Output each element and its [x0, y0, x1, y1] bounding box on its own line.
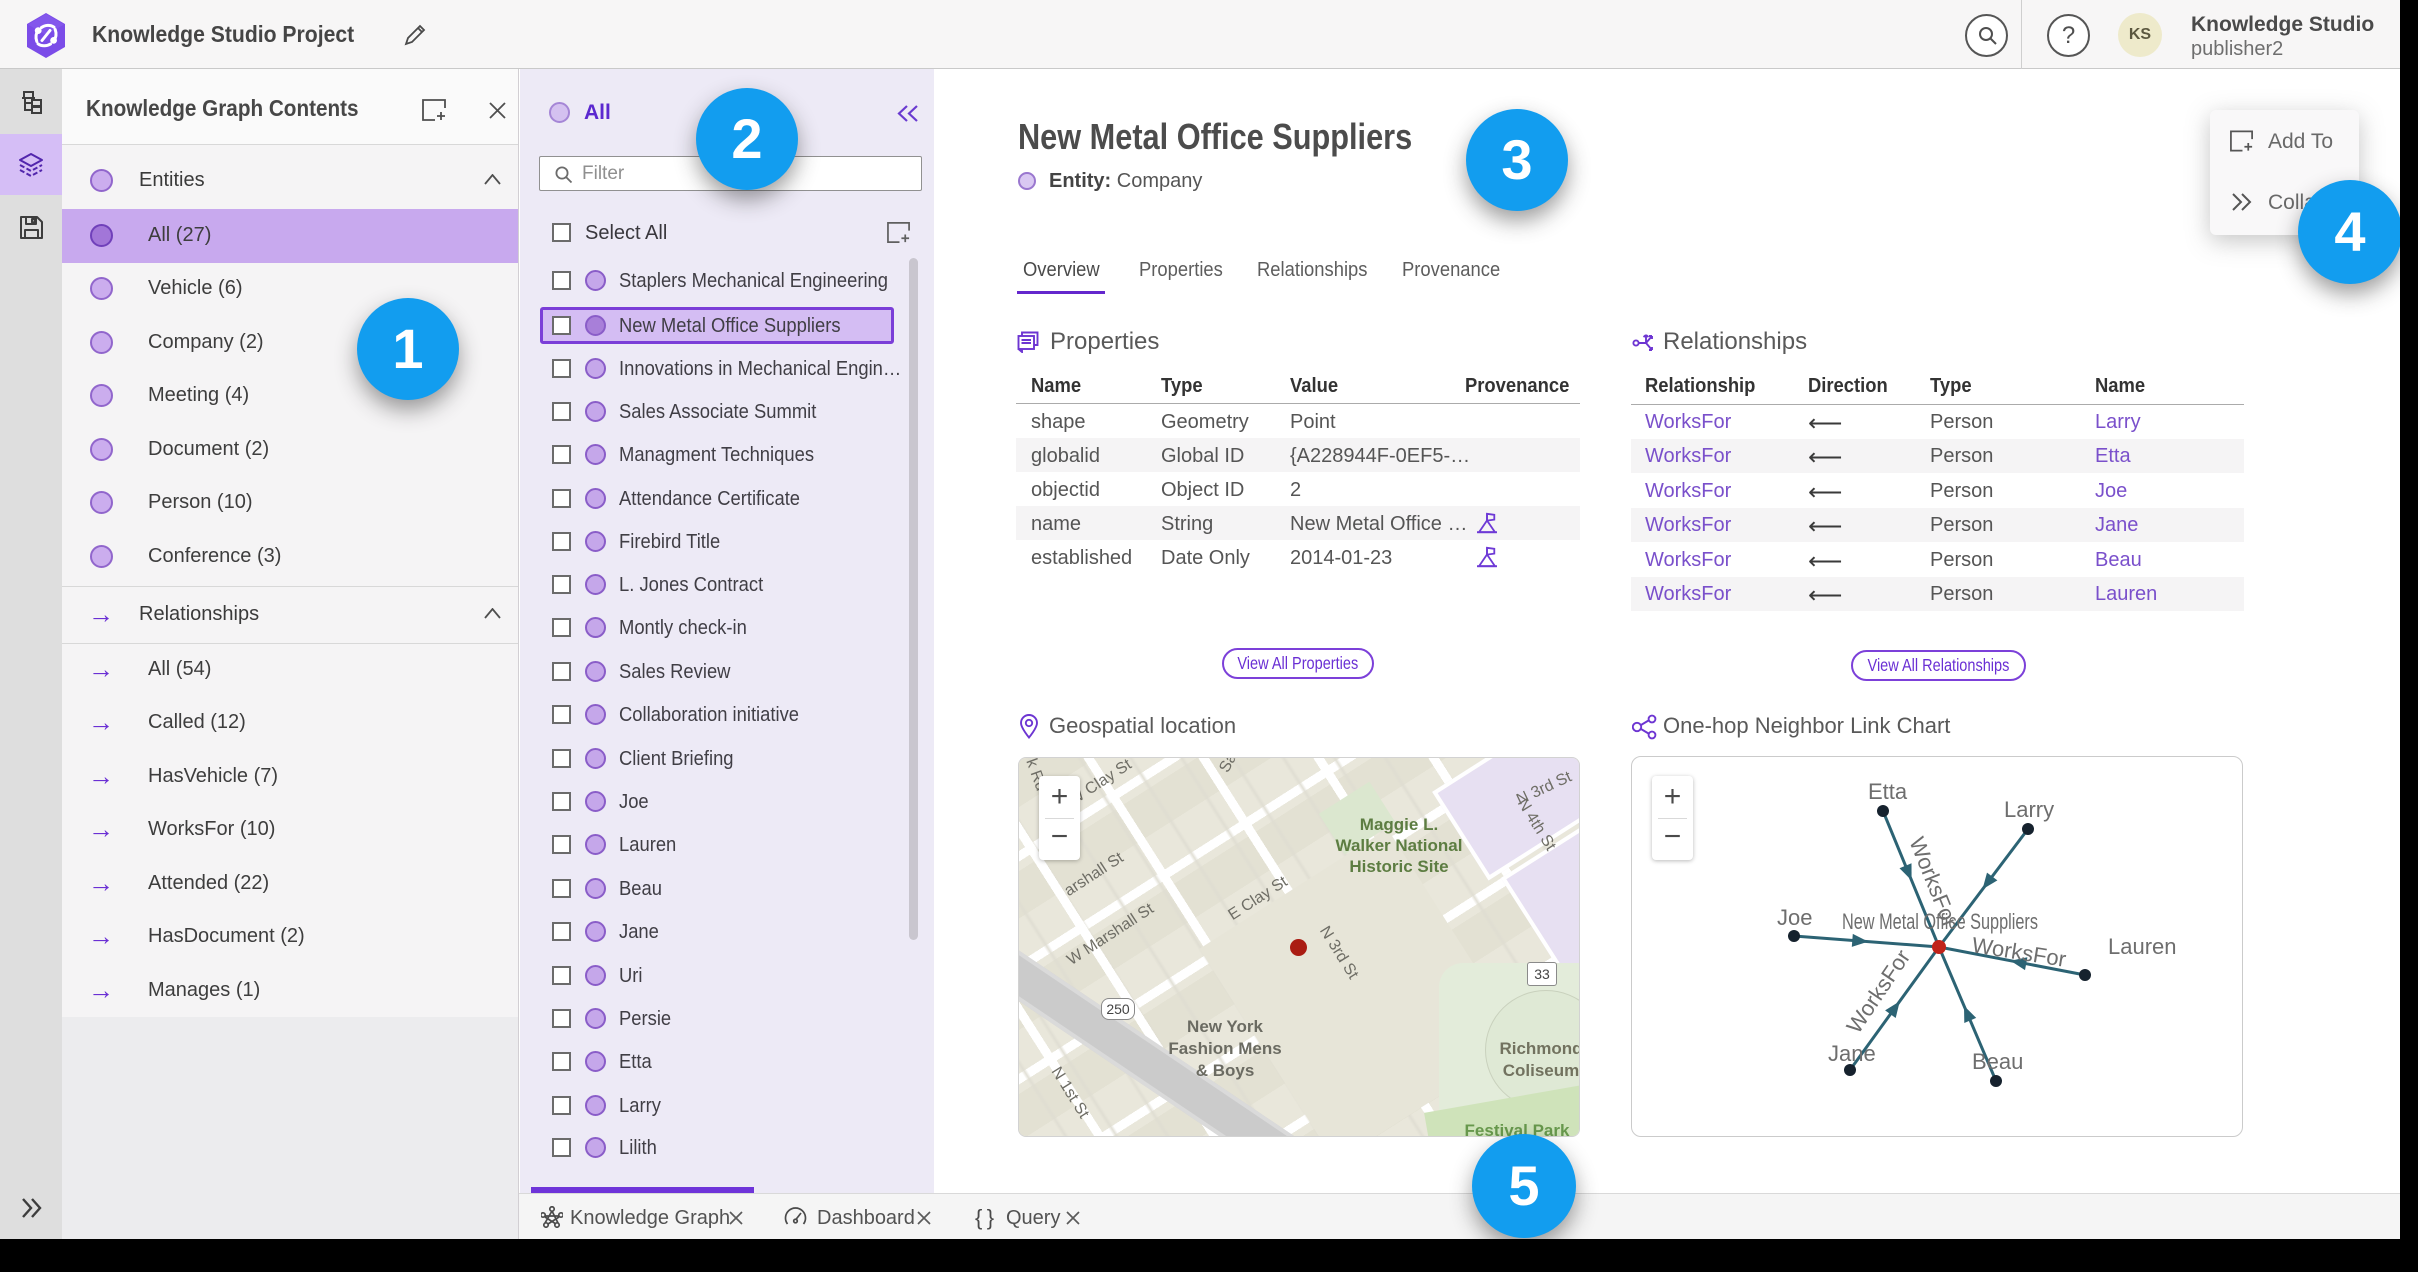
svg-text:Lauren: Lauren: [2108, 934, 2177, 959]
svg-text:Etta: Etta: [1868, 779, 1908, 804]
svg-text:Larry: Larry: [2004, 797, 2054, 822]
svg-text:Jane: Jane: [1828, 1041, 1876, 1066]
svg-text:WorksFor: WorksFor: [1841, 945, 1915, 1038]
svg-text:Beau: Beau: [1972, 1049, 2023, 1074]
svg-text:Joe: Joe: [1777, 905, 1812, 930]
